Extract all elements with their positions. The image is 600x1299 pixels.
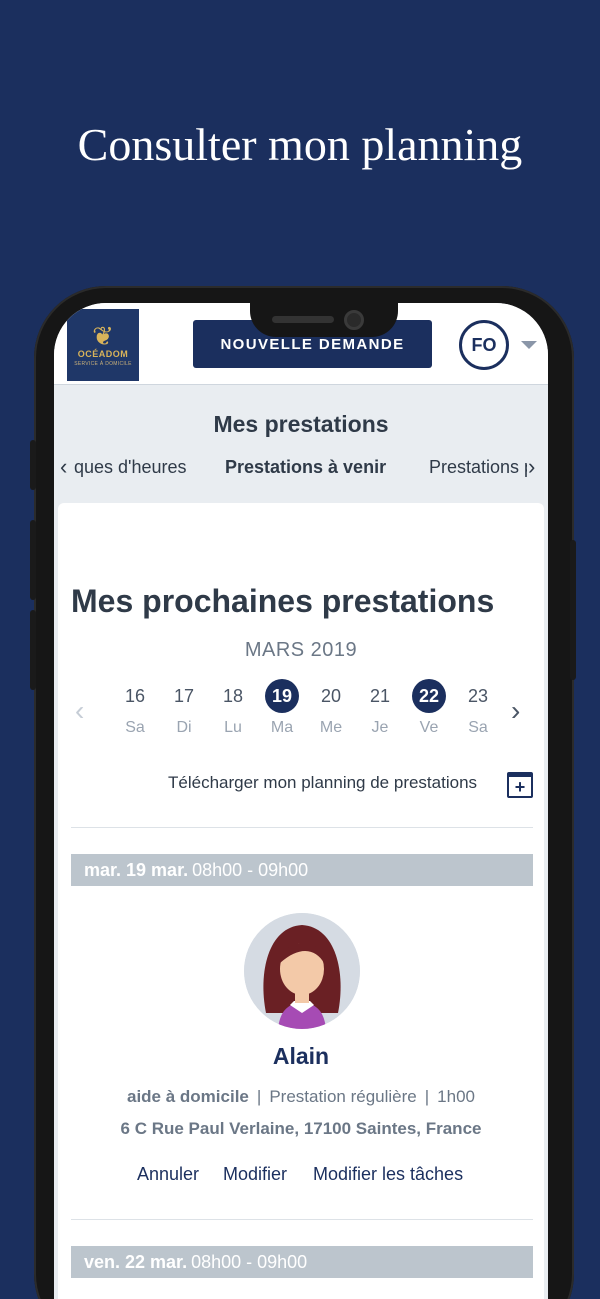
user-avatar[interactable]: FO: [459, 320, 509, 370]
calendar-day-selected[interactable]: 19 Ma: [264, 679, 300, 737]
appointment-date-bar: ven. 22 mar. 08h00 - 09h00: [71, 1246, 533, 1278]
oceadom-logo[interactable]: ❦ OCÉADOM SERVICE À DOMICILE: [67, 309, 139, 381]
tab-banques-heures[interactable]: ques d'heures: [74, 457, 187, 478]
calendar-day[interactable]: 18 Lu: [215, 679, 251, 737]
appointment-date: ven. 22 mar.: [84, 1251, 188, 1272]
hero-title: Consulter mon planning: [77, 119, 523, 170]
calendar-day[interactable]: 20 Me: [313, 679, 349, 737]
hummingbird-icon: ❦: [92, 321, 114, 351]
calendar-day[interactable]: 17 Di: [166, 679, 202, 737]
modify-tasks-link[interactable]: Modifier les tâches: [313, 1164, 463, 1185]
day-number: 23: [467, 685, 489, 706]
section-title: Mes prestations: [213, 411, 389, 437]
planning-card: Mes prochaines prestations MARS 2019 ‹ 1…: [58, 503, 544, 1299]
day-number: 16: [124, 685, 146, 706]
woman-avatar-icon: [244, 913, 360, 1029]
day-number: 22: [412, 679, 446, 713]
tab-prestations-passees[interactable]: Prestations p: [429, 457, 527, 478]
appointment-time: 08h00 - 09h00: [192, 859, 309, 880]
day-label: Lu: [224, 719, 242, 736]
duration: 1h00: [437, 1087, 475, 1106]
day-number: 20: [320, 685, 342, 706]
day-number: 21: [369, 685, 391, 706]
phone-side-button: [30, 520, 36, 600]
chevron-left-icon[interactable]: ‹: [60, 454, 67, 480]
day-label: Me: [319, 719, 343, 736]
phone-camera: [344, 310, 364, 330]
logo-subtitle: SERVICE À DOMICILE: [74, 361, 132, 367]
day-number: 18: [222, 685, 244, 706]
day-number: 19: [265, 679, 299, 713]
calendar-next-icon[interactable]: ›: [511, 695, 520, 727]
phone-side-button: [30, 440, 36, 490]
calendar-add-icon[interactable]: +: [507, 772, 533, 798]
phone-side-button: [30, 610, 36, 690]
calendar-day[interactable]: 23 Sa: [460, 679, 496, 737]
divider: [71, 1219, 533, 1220]
appointment-date: mar. 19 mar.: [84, 859, 189, 880]
day-label: Ve: [419, 719, 439, 736]
appointment-date-bar: mar. 19 mar. 08h00 - 09h00: [71, 854, 533, 886]
modify-link[interactable]: Modifier: [223, 1164, 287, 1185]
download-planning-link[interactable]: Télécharger mon planning de prestations: [168, 773, 477, 793]
day-label: Je: [371, 719, 389, 736]
day-number: 17: [173, 685, 195, 706]
appointment-details: aide à domicile | Prestation régulière | 1h0…: [127, 1087, 475, 1106]
prestation-type: Prestation régulière: [269, 1087, 417, 1106]
calendar-day-selected[interactable]: 22 Ve: [411, 679, 447, 737]
calendar-day[interactable]: 21 Je: [362, 679, 398, 737]
chevron-right-icon[interactable]: ›: [528, 454, 535, 480]
day-label: Ma: [270, 719, 294, 736]
logo-name: OCÉADOM: [77, 349, 129, 359]
day-label: Sa: [125, 719, 145, 736]
calendar-prev-icon[interactable]: ‹: [75, 695, 84, 727]
caret-down-icon[interactable]: [521, 341, 537, 349]
phone-side-button: [570, 540, 576, 680]
day-label: Sa: [468, 719, 488, 736]
phone-screen: ❦ OCÉADOM SERVICE À DOMICILE NOUVELLE DE…: [54, 303, 548, 1299]
appointment-address: 6 C Rue Paul Verlaine, 17100 Saintes, Fr…: [120, 1119, 482, 1138]
divider: [71, 827, 533, 828]
cancel-link[interactable]: Annuler: [137, 1164, 199, 1185]
worker-avatar: [244, 913, 360, 1029]
phone-speaker: [272, 316, 334, 323]
day-label: Di: [176, 719, 192, 736]
page-heading: Mes prochaines prestations: [71, 583, 495, 619]
service-type: aide à domicile: [127, 1087, 249, 1106]
tab-prestations-a-venir[interactable]: Prestations à venir: [225, 457, 386, 478]
worker-name: Alain: [272, 1043, 330, 1069]
appointment-time: 08h00 - 09h00: [191, 1251, 308, 1272]
calendar-day[interactable]: 16 Sa: [117, 679, 153, 737]
calendar-month: MARS 2019: [244, 639, 358, 661]
